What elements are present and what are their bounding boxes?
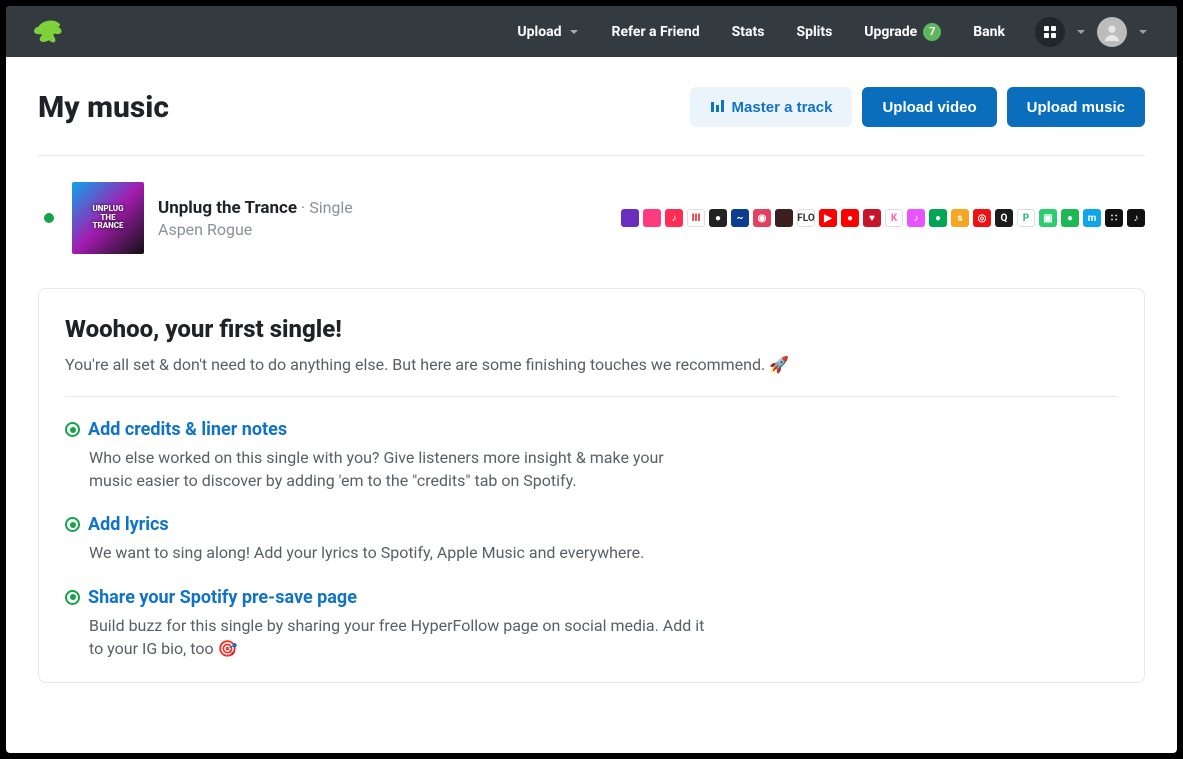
apps-button[interactable] [1035,17,1065,47]
store-icon[interactable]: ♪ [907,209,925,227]
store-icon[interactable] [621,209,639,227]
store-icon[interactable]: ♪ [665,209,683,227]
store-icon[interactable]: s [951,209,969,227]
master-track-button[interactable]: Master a track [690,87,853,127]
bullet-icon [65,422,80,437]
top-nav: Upload Refer a Friend Stats Splits Upgra… [6,6,1177,57]
nav-splits[interactable]: Splits [796,24,832,40]
recommendation-link[interactable]: Add lyrics [88,514,169,535]
equalizer-icon [710,100,724,114]
store-icon[interactable]: ▶ [819,209,837,227]
upload-video-button[interactable]: Upload video [862,87,996,127]
store-icon[interactable]: Q [995,209,1013,227]
store-icon[interactable]: P [1017,209,1035,227]
store-icon[interactable] [643,209,661,227]
store-icon[interactable]: ● [929,209,947,227]
nav-stats[interactable]: Stats [732,24,765,40]
store-icon[interactable]: ♥ [863,209,881,227]
upload-music-button[interactable]: Upload music [1007,87,1145,127]
chevron-down-icon[interactable] [1075,26,1087,38]
recommendation-link[interactable]: Add credits & liner notes [88,419,287,440]
store-icon[interactable]: K [885,209,903,227]
recommendation-body: Who else worked on this single with you?… [89,446,709,492]
store-icon[interactable]: III [687,209,705,227]
upgrade-badge: 7 [923,23,941,41]
release-artist: Aspen Rogue [158,220,353,239]
recommendation-link[interactable]: Share your Spotify pre-save page [88,587,357,608]
chevron-down-icon [568,26,580,38]
release-meta: Unplug the Trance · Single Aspen Rogue [158,198,353,239]
store-icon[interactable]: ● [1061,209,1079,227]
logo-icon [34,19,64,45]
store-icon[interactable]: ♪ [1127,209,1145,227]
recommendation-item: Add lyrics We want to sing along! Add you… [65,514,1118,564]
grid-icon [1043,25,1057,39]
nav-refer[interactable]: Refer a Friend [612,24,700,40]
store-icon[interactable] [775,209,793,227]
recommendation-body: Build buzz for this single by sharing yo… [89,614,709,660]
recommendation-item: Add credits & liner notes Who else worked… [65,419,1118,492]
release-title: Unplug the Trance [158,198,297,218]
album-cover[interactable] [72,182,144,254]
store-icon[interactable]: ◎ [973,209,991,227]
bullet-icon [65,590,80,605]
store-icon[interactable]: m [1083,209,1101,227]
nav-upload-label: Upload [517,24,561,40]
avatar[interactable] [1097,17,1127,47]
nav-upgrade[interactable]: Upgrade 7 [864,23,941,41]
status-dot-live [44,213,54,223]
header-actions: Master a track Upload video Upload music [690,87,1145,127]
store-icon[interactable]: ● [841,209,859,227]
header-row: My music Master a track Upload video Upl… [38,87,1145,156]
store-icon[interactable]: FLO [797,209,815,227]
store-icon[interactable]: ▣ [1039,209,1057,227]
bullet-icon [65,517,80,532]
store-icon[interactable]: ~ [731,209,749,227]
store-icon[interactable]: ∷ [1105,209,1123,227]
recommendation-body: We want to sing along! Add your lyrics t… [89,541,709,564]
nav-bank[interactable]: Bank [973,24,1005,40]
nav-upload[interactable]: Upload [517,24,579,40]
content: My music Master a track Upload video Upl… [6,57,1177,753]
store-icon[interactable]: ● [709,209,727,227]
card-sub: You're all set & don't need to do anythi… [65,355,1118,397]
page-title: My music [38,90,169,125]
release-type: · Single [297,198,353,217]
card-heading: Woohoo, your first single! [65,315,1118,343]
chevron-down-icon[interactable] [1137,26,1149,38]
user-icon [1101,21,1123,43]
onboarding-card: Woohoo, your first single! You're all se… [38,288,1145,683]
release-row[interactable]: Unplug the Trance · Single Aspen Rogue ♪… [38,156,1145,264]
store-icons: ♪III●~◉FLO▶●♥K♪●s◎QP▣●m∷♪ [621,209,1145,227]
store-icon[interactable]: ◉ [753,209,771,227]
recommendation-item: Share your Spotify pre-save page Build bu… [65,587,1118,660]
